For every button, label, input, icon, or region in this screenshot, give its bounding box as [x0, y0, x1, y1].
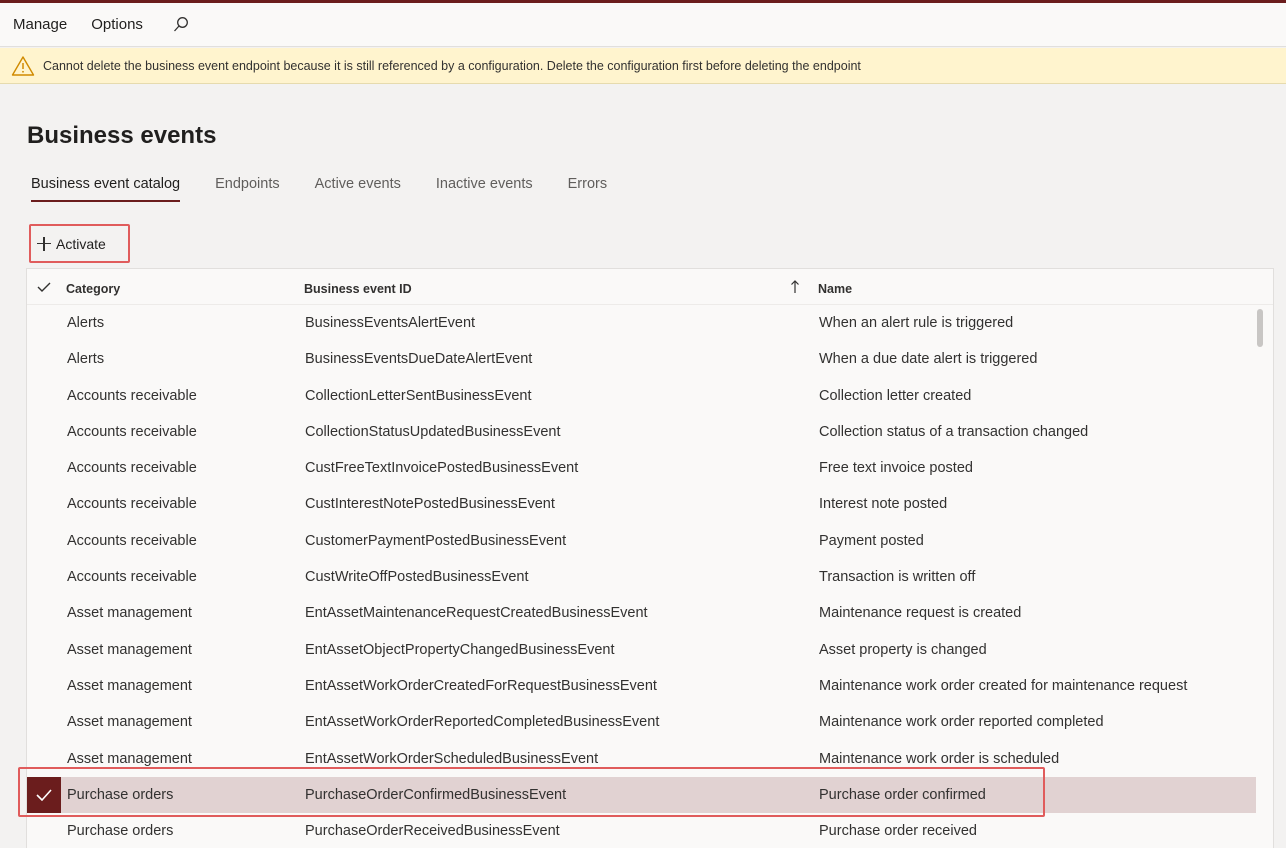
cell-name: Maintenance request is created [819, 605, 1022, 622]
table-row[interactable]: Purchase orders PurchaseOrderReceivedBusi… [27, 813, 1273, 848]
tab-list: Business event catalog Endpoints Active … [31, 176, 642, 206]
cell-category: Alerts [67, 351, 105, 368]
cell-category: Asset management [67, 605, 192, 622]
cell-name: Transaction is written off [819, 569, 976, 586]
column-header-business-event-id[interactable]: Business event ID [304, 282, 412, 296]
cell-name: When an alert rule is triggered [819, 315, 1014, 331]
table-row[interactable]: Asset management EntAssetObjectPropertyCh… [27, 632, 1273, 668]
table-row[interactable]: Asset management EntAssetWorkOrderReporte… [27, 704, 1273, 740]
table-row[interactable]: Alerts BusinessEventsAlertEvent When an al… [27, 305, 1273, 341]
cell-business-event-id: CustInterestNotePostedBusinessEvent [305, 496, 555, 513]
page-title: Business events [27, 122, 217, 149]
grid-scrollbar-thumb[interactable] [1257, 309, 1263, 347]
cell-name: Maintenance work order reported complete… [819, 714, 1104, 731]
grid-body: Alerts BusinessEventsAlertEvent When an al… [27, 305, 1273, 848]
warning-icon [11, 55, 35, 77]
cell-name: Purchase order received [819, 823, 977, 840]
row-selected-checkmark-icon[interactable] [27, 776, 61, 813]
cell-category: Asset management [67, 677, 192, 694]
table-row[interactable]: Purchase orders PurchaseOrderConfirmedBus… [27, 776, 1256, 814]
cell-category: Accounts receivable [67, 569, 197, 586]
table-row[interactable]: Asset management EntAssetMaintenanceReque… [27, 595, 1273, 631]
table-row[interactable]: Accounts receivable CustFreeTextInvoicePo… [27, 450, 1273, 486]
cell-name: Collection status of a transaction chang… [819, 423, 1089, 440]
cell-category: Accounts receivable [67, 460, 197, 477]
cell-business-event-id: CollectionLetterSentBusinessEvent [305, 387, 532, 404]
table-row[interactable]: Accounts receivable CustomerPaymentPosted… [27, 523, 1273, 559]
cell-business-event-id: CustFreeTextInvoicePostedBusinessEvent [305, 460, 579, 477]
search-icon[interactable] [161, 10, 201, 40]
plus-icon [37, 236, 51, 251]
cell-business-event-id: EntAssetMaintenanceRequestCreatedBusines… [305, 605, 648, 622]
cell-category: Purchase orders [67, 786, 174, 803]
cell-category: Alerts [67, 315, 105, 331]
cell-business-event-id: PurchaseOrderConfirmedBusinessEvent [305, 786, 567, 803]
cell-name: When a due date alert is triggered [819, 351, 1038, 368]
tab-business-event-catalog[interactable]: Business event catalog [31, 176, 181, 202]
options-menu[interactable]: Options [79, 16, 155, 33]
cell-name: Maintenance work order is scheduled [819, 750, 1060, 767]
table-row[interactable]: Accounts receivable CollectionStatusUpdat… [27, 414, 1273, 450]
cell-business-event-id: CustWriteOffPostedBusinessEvent [305, 569, 529, 586]
table-row[interactable]: Accounts receivable CollectionLetterSentB… [27, 378, 1273, 414]
business-event-grid: Category Business event ID Name Alerts Bu… [26, 268, 1274, 848]
cell-name: Free text invoice posted [819, 460, 973, 477]
cell-name: Interest note posted [819, 496, 948, 513]
column-header-name[interactable]: Name [818, 282, 852, 296]
cell-name: Maintenance work order created for maint… [819, 677, 1188, 694]
cell-category: Asset management [67, 641, 192, 658]
cell-name: Asset property is changed [819, 641, 987, 658]
cell-category: Asset management [67, 750, 192, 767]
cell-business-event-id: EntAssetWorkOrderReportedCompletedBusine… [305, 714, 660, 731]
cell-business-event-id: EntAssetWorkOrderCreatedForRequestBusine… [305, 677, 657, 694]
cell-category: Accounts receivable [67, 496, 197, 513]
warning-message-bar: Cannot delete the business event endpoin… [0, 48, 1286, 84]
cell-business-event-id: BusinessEventsAlertEvent [305, 315, 476, 331]
table-row[interactable]: Asset management EntAssetWorkOrderSchedul… [27, 741, 1273, 777]
tab-errors[interactable]: Errors [568, 176, 607, 202]
cell-category: Accounts receivable [67, 387, 197, 404]
cell-name: Payment posted [819, 532, 924, 549]
tab-active-events[interactable]: Active events [315, 176, 401, 202]
cell-business-event-id: CustomerPaymentPostedBusinessEvent [305, 532, 567, 549]
cell-business-event-id: PurchaseOrderReceivedBusinessEvent [305, 823, 560, 840]
sort-ascending-icon[interactable] [790, 280, 800, 294]
cell-business-event-id: EntAssetObjectPropertyChangedBusinessEve… [305, 641, 615, 658]
warning-message-text: Cannot delete the business event endpoin… [43, 58, 861, 73]
select-all-checkmark-icon[interactable] [37, 281, 51, 292]
activate-button[interactable]: Activate [29, 224, 130, 263]
cell-name: Purchase order confirmed [819, 786, 986, 803]
cell-category: Purchase orders [67, 823, 174, 840]
grid-header: Category Business event ID Name [27, 269, 1273, 305]
table-row[interactable]: Asset management EntAssetWorkOrderCreated… [27, 668, 1273, 704]
cell-category: Asset management [67, 714, 192, 731]
table-row[interactable]: Alerts BusinessEventsDueDateAlertEvent Whe… [27, 341, 1273, 377]
manage-menu[interactable]: Manage [0, 16, 79, 33]
grid-scrollbar[interactable] [1257, 309, 1263, 848]
activate-button-label: Activate [56, 235, 106, 252]
table-row[interactable]: Accounts receivable CustWriteOffPostedBus… [27, 559, 1273, 595]
cell-business-event-id: BusinessEventsDueDateAlertEvent [305, 351, 533, 368]
tab-endpoints[interactable]: Endpoints [215, 176, 280, 202]
cell-business-event-id: EntAssetWorkOrderScheduledBusinessEvent [305, 750, 599, 767]
cell-category: Accounts receivable [67, 423, 197, 440]
table-row[interactable]: Accounts receivable CustInterestNotePoste… [27, 486, 1273, 522]
column-header-category[interactable]: Category [66, 282, 120, 296]
cell-category: Accounts receivable [67, 532, 197, 549]
cell-business-event-id: CollectionStatusUpdatedBusinessEvent [305, 423, 561, 440]
cell-name: Collection letter created [819, 387, 972, 404]
command-bar: Manage Options [0, 3, 1286, 47]
tab-inactive-events[interactable]: Inactive events [436, 176, 533, 202]
